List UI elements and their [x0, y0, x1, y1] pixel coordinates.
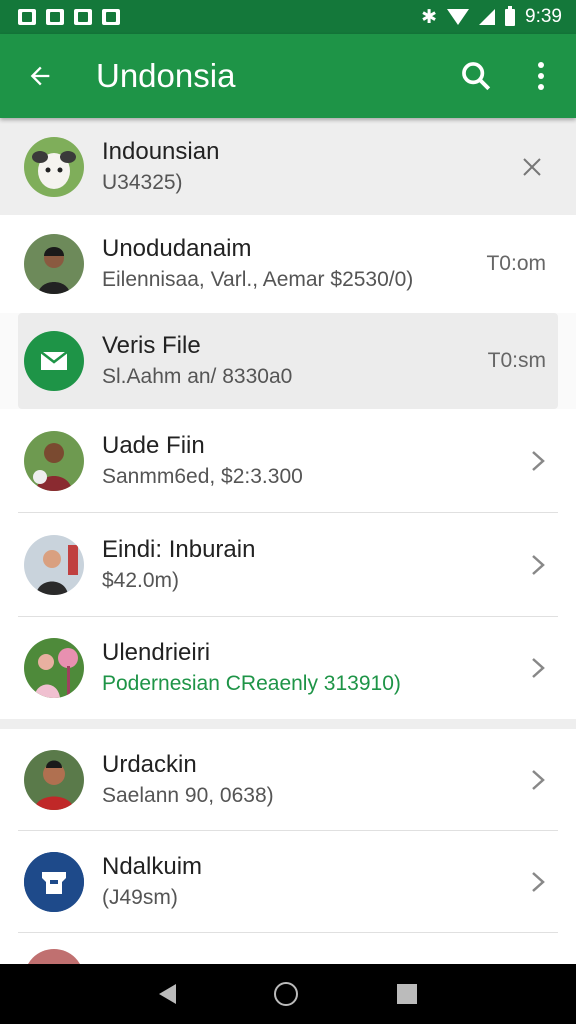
- signal-icon: [479, 9, 496, 25]
- item-text: Veris File Sl.Aahm an/ 8330a0: [84, 330, 488, 392]
- back-button[interactable]: [0, 34, 80, 118]
- item-title: Unodudanaim: [102, 235, 252, 262]
- item-time: T0:om: [486, 252, 546, 275]
- battery-icon: [505, 5, 516, 26]
- item-text: Ulendrieiri Podernesian CReaenly 313910): [84, 637, 524, 699]
- nav-recents-icon[interactable]: [396, 984, 417, 1004]
- notification-icon: [74, 9, 92, 25]
- more-vert-icon: [538, 62, 544, 90]
- search-icon: [462, 62, 491, 91]
- selected-contact-header[interactable]: Indounsian U34325): [0, 118, 576, 215]
- notification-icon: [18, 9, 36, 25]
- notification-icon: [46, 9, 64, 25]
- chevron-right-icon: [524, 551, 552, 579]
- contact-list: Indounsian U34325) Unodudanaim Eilennisa…: [0, 118, 576, 964]
- status-time: 9:39: [525, 6, 562, 27]
- search-button[interactable]: [446, 34, 506, 118]
- status-bar: ✱ 9:39: [0, 0, 576, 34]
- page-title: Undonsia: [96, 57, 236, 94]
- list-item-selected[interactable]: Veris File Sl.Aahm an/ 8330a0 T0:sm: [18, 313, 558, 409]
- list-item[interactable]: Ndalkuim (J49sm): [0, 831, 576, 933]
- item-time: T0:sm: [487, 349, 546, 372]
- list-item[interactable]: Eindi: Inburain $42.0m): [0, 513, 576, 617]
- more-options-button[interactable]: [506, 34, 576, 118]
- notification-icons: [18, 9, 120, 25]
- nav-back-icon[interactable]: [159, 984, 177, 1004]
- item-title: Veris File: [102, 332, 201, 359]
- item-text: Uade Fiin Sanmm6ed, $2:3.300: [84, 430, 524, 492]
- list-item[interactable]: Unodudanaim Eilennisaa, Varl., Aemar $25…: [0, 215, 576, 313]
- item-title: Ulendrieiri: [102, 639, 211, 666]
- chevron-right-icon: [524, 447, 552, 475]
- item-text: Unodudanaim Eilennisaa, Varl., Aemar $25…: [84, 233, 486, 295]
- avatar: [24, 638, 84, 698]
- item-subtitle: Sanmm6ed, $2:3.300: [102, 465, 303, 488]
- close-icon: [523, 157, 541, 176]
- list-item[interactable]: Ulendrieiri Podernesian CReaenly 313910): [0, 617, 576, 719]
- chevron-right-icon: [524, 766, 552, 794]
- list-item[interactable]: Uade Fiin Sanmm6ed, $2:3.300: [0, 409, 576, 513]
- app-bar: Undonsia: [0, 34, 576, 118]
- wifi-icon: [447, 9, 470, 25]
- chevron-right-icon: [524, 654, 552, 682]
- item-subtitle: Eilennisaa, Varl., Aemar $2530/0): [102, 268, 414, 291]
- notification-icon: [102, 9, 120, 25]
- section-divider: [0, 719, 576, 729]
- item-subtitle: Saelann 90, 0638): [102, 784, 274, 807]
- avatar: [24, 535, 84, 595]
- header-subtitle: U34325): [102, 170, 183, 194]
- avatar: [24, 331, 84, 391]
- item-title: Uade Fiin: [102, 432, 205, 459]
- header-text: Indounsian U34325): [84, 136, 512, 198]
- avatar: [24, 750, 84, 810]
- chevron-right-icon: [524, 868, 552, 896]
- item-text: Eindi: Inburain $42.0m): [84, 534, 524, 596]
- item-title: Eindi: Inburain: [102, 536, 256, 563]
- item-title: Ndalkuim: [102, 853, 203, 880]
- bluetooth-icon: ✱: [421, 6, 438, 28]
- avatar: [24, 852, 84, 912]
- nav-home-icon[interactable]: [274, 982, 299, 1006]
- item-title: Urdackin: [102, 751, 197, 778]
- item-text: Urdackin Saelann 90, 0638): [84, 749, 524, 811]
- header-title: Indounsian: [102, 137, 220, 165]
- avatar: [24, 949, 84, 964]
- item-subtitle: Podernesian CReaenly 313910): [102, 672, 401, 695]
- item-subtitle: $42.0m): [102, 569, 180, 592]
- item-text: Ndalkuim (J49sm): [84, 851, 524, 913]
- list-item-partial[interactable]: [0, 933, 576, 964]
- arrow-back-icon: [30, 66, 50, 86]
- item-subtitle: (J49sm): [102, 886, 178, 909]
- item-subtitle: Sl.Aahm an/ 8330a0: [102, 365, 293, 388]
- system-icons: ✱ 9:39: [421, 5, 562, 29]
- navigation-bar: [0, 964, 576, 1024]
- list-item[interactable]: Urdackin Saelann 90, 0638): [0, 729, 576, 831]
- avatar: [24, 234, 84, 294]
- avatar: [24, 136, 84, 197]
- avatar: [24, 431, 84, 491]
- close-button[interactable]: [512, 147, 552, 187]
